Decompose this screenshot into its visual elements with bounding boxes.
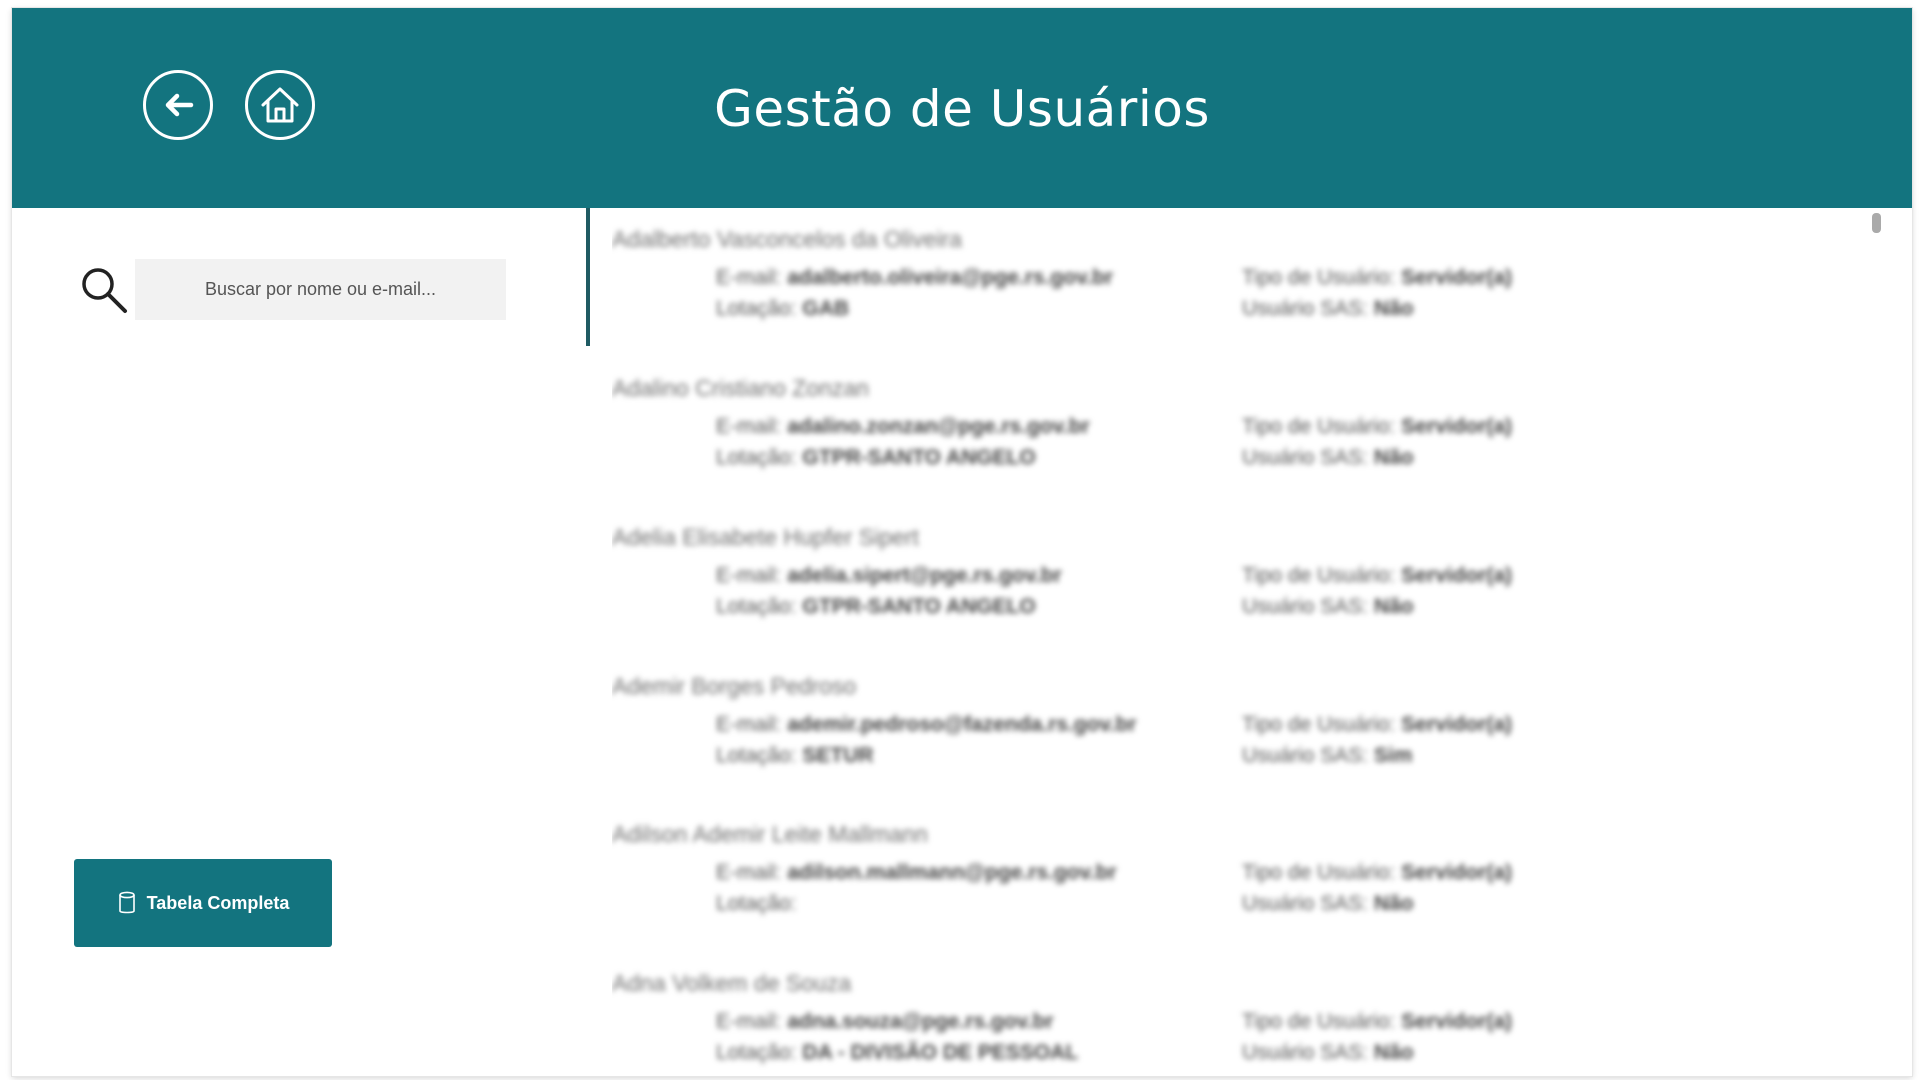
user-type: Tipo de Usuário: Servidor(a) — [1242, 713, 1513, 736]
user-type: Tipo de Usuário: Servidor(a) — [1242, 266, 1513, 289]
list-divider — [586, 208, 590, 346]
user-sas: Usuário SAS: Não — [1242, 1041, 1414, 1064]
user-type: Tipo de Usuário: Servidor(a) — [1242, 415, 1513, 438]
full-table-label: Tabela Completa — [146, 892, 290, 913]
user-email: E-mail: adna.souza@pge.rs.gov.br — [716, 1010, 1054, 1033]
user-lotacao: Lotação: GTPR-SANTO ANGELO — [716, 595, 1036, 618]
user-list[interactable]: Adalberto Vasconcelos da Oliveira E-mail… — [612, 208, 1872, 1076]
user-lotacao: Lotação: GAB — [716, 297, 850, 320]
user-lotacao: Lotação: GTPR-SANTO ANGELO — [716, 446, 1036, 469]
user-email: E-mail: adalberto.oliveira@pge.rs.gov.br — [716, 266, 1114, 289]
user-type: Tipo de Usuário: Servidor(a) — [1242, 564, 1513, 587]
user-list-item[interactable]: Adilson Ademir Leite Mallmann E-mail: ad… — [612, 803, 1852, 943]
user-sas: Usuário SAS: Sim — [1242, 744, 1413, 767]
user-email: E-mail: adalino.zonzan@pge.rs.gov.br — [716, 415, 1090, 438]
user-list-item[interactable]: Ademir Borges Pedroso E-mail: ademir.ped… — [612, 655, 1852, 795]
user-type: Tipo de Usuário: Servidor(a) — [1242, 1010, 1513, 1033]
user-list-item[interactable]: Adalberto Vasconcelos da Oliveira E-mail… — [612, 208, 1852, 348]
user-name: Adelia Elisabete Hupfer Sipert — [612, 524, 919, 550]
user-type: Tipo de Usuário: Servidor(a) — [1242, 861, 1513, 884]
user-name: Adilson Ademir Leite Mallmann — [612, 821, 928, 847]
user-list-item[interactable]: Adna Volkem de Souza E-mail: adna.souza@… — [612, 952, 1852, 1076]
user-name: Adna Volkem de Souza — [612, 970, 852, 996]
user-list-item[interactable]: Adelia Elisabete Hupfer Sipert E-mail: a… — [612, 506, 1852, 646]
header-bar: Gestão de Usuários — [12, 8, 1912, 208]
user-lotacao: Lotação: SETUR — [716, 744, 874, 767]
user-sas: Usuário SAS: Não — [1242, 595, 1414, 618]
user-lotacao: Lotação: — [716, 892, 797, 915]
user-email: E-mail: adilson.mallmann@pge.rs.gov.br — [716, 861, 1117, 884]
user-name: Adalino Cristiano Zonzan — [612, 375, 869, 401]
user-sas: Usuário SAS: Não — [1242, 892, 1414, 915]
user-lotacao: Lotação: DA - DIVISÃO DE PESSOAL — [716, 1041, 1079, 1064]
search-input[interactable] — [135, 259, 506, 320]
user-name: Ademir Borges Pedroso — [612, 673, 857, 699]
user-list-item[interactable]: Adalino Cristiano Zonzan E-mail: adalino… — [612, 357, 1852, 497]
user-email: E-mail: adelia.sipert@pge.rs.gov.br — [716, 564, 1062, 587]
app-frame: Gestão de Usuários Tabela Completa Adalb… — [12, 8, 1912, 1076]
user-email: E-mail: ademir.pedroso@fazenda.rs.gov.br — [716, 713, 1137, 736]
full-table-button[interactable]: Tabela Completa — [74, 859, 332, 947]
page-title: Gestão de Usuários — [714, 80, 1210, 138]
list-scrollbar[interactable] — [1872, 213, 1881, 233]
user-name: Adalberto Vasconcelos da Oliveira — [612, 226, 962, 252]
user-sas: Usuário SAS: Não — [1242, 446, 1414, 469]
user-sas: Usuário SAS: Não — [1242, 297, 1414, 320]
database-icon — [118, 891, 135, 914]
search-icon — [82, 268, 127, 313]
